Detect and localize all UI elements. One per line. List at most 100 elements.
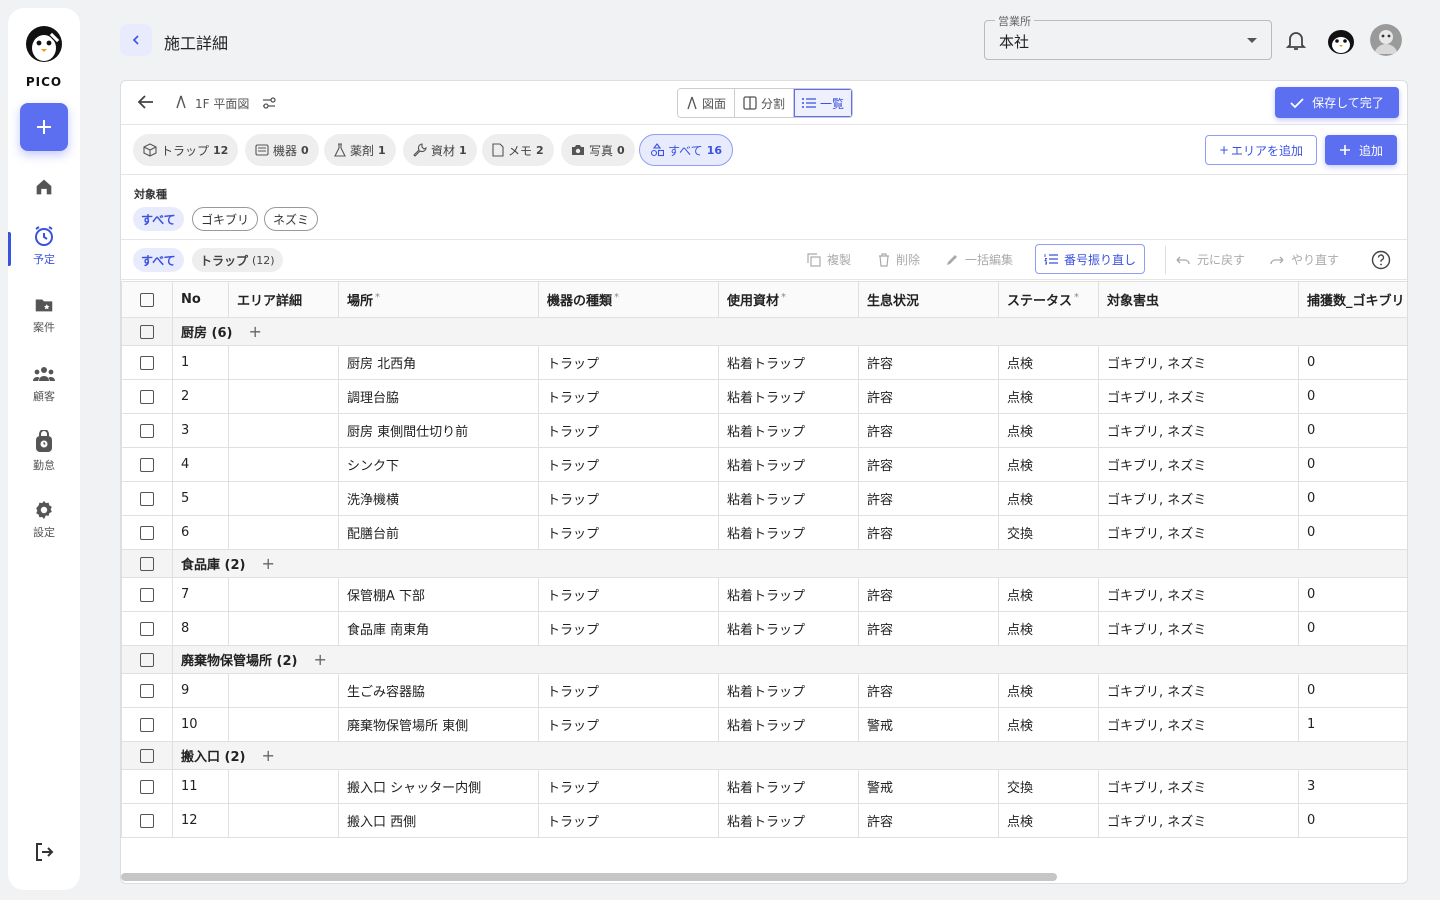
table-cell[interactable] [228,707,339,742]
delete-button[interactable]: 削除 [878,251,920,268]
table-cell[interactable]: 3 [1298,769,1407,804]
row-checkbox[interactable] [140,779,154,794]
table-cell[interactable]: 許容 [858,577,999,612]
filter-tab-trap[interactable]: トラップ (12) [192,248,283,272]
row-checkbox[interactable] [140,621,154,636]
table-cell[interactable]: 点検 [998,413,1099,448]
table-cell[interactable]: 許容 [858,515,999,550]
table-cell[interactable]: ゴキブリ, ネズミ [1098,803,1299,838]
table-cell[interactable]: ゴキブリ, ネズミ [1098,611,1299,646]
chip-chemical[interactable]: 薬剤 1 [324,134,396,166]
table-cell[interactable]: 粘着トラップ [718,515,859,550]
target-chip-rat[interactable]: ネズミ [264,207,319,231]
table-cell[interactable]: 許容 [858,611,999,646]
table-cell[interactable]: ゴキブリ, ネズミ [1098,345,1299,380]
table-cell[interactable]: 洗浄機横 [338,481,539,516]
sidebar-item-customers[interactable]: 顧客 [8,363,80,404]
table-cell[interactable]: 8 [172,611,229,646]
table-row[interactable]: 12 搬入口 西側 トラップ 粘着トラップ 許容 点検 ゴキブリ, ネズミ 0 [121,803,1407,838]
table-row[interactable]: 7 保管棚A 下部 トラップ 粘着トラップ 許容 点検 ゴキブリ, ネズミ 0 [121,577,1407,612]
table-cell[interactable]: 10 [172,707,229,742]
table-cell[interactable]: 11 [172,769,229,804]
chip-all[interactable]: すべて 16 [639,134,733,166]
table-row[interactable]: 1 厨房 北西角 トラップ 粘着トラップ 許容 点検 ゴキブリ, ネズミ 0 [121,345,1407,380]
switch-floor-icon[interactable] [261,95,277,111]
row-checkbox[interactable] [140,587,154,602]
table-cell[interactable]: シンク下 [338,447,539,482]
table-cell[interactable]: 6 [172,515,229,550]
table-cell[interactable]: 粘着トラップ [718,707,859,742]
table-cell[interactable] [228,515,339,550]
table-cell[interactable]: 許容 [858,413,999,448]
view-split-button[interactable]: 分割 [735,89,795,117]
create-button[interactable] [20,103,68,151]
undo-button[interactable]: 元に戻す [1175,251,1245,268]
table-cell[interactable]: トラップ [538,611,719,646]
page-back-button[interactable] [120,24,152,56]
table-cell[interactable] [228,345,339,380]
add-row-icon[interactable]: + [261,554,274,573]
target-chip-cockroach[interactable]: ゴキブリ [192,207,259,231]
pico-penguin-logo[interactable] [24,24,64,64]
column-header[interactable]: 場所 * [338,281,539,318]
table-row[interactable]: 11 搬入口 シャッター内側 トラップ 粘着トラップ 警戒 交換 ゴキブリ, ネズミ 3 [121,769,1407,804]
row-checkbox[interactable] [140,457,154,472]
table-cell[interactable]: 保管棚A 下部 [338,577,539,612]
table-cell[interactable]: 点検 [998,803,1099,838]
office-select[interactable]: 営業所 本社 [984,13,1272,60]
table-cell[interactable]: 0 [1298,379,1407,414]
table-row[interactable]: 9 生ごみ容器脇 トラップ 粘着トラップ 許容 点検 ゴキブリ, ネズミ 0 [121,673,1407,708]
table-cell[interactable]: 5 [172,481,229,516]
group-checkbox[interactable] [140,324,154,339]
add-row-icon[interactable]: + [248,322,261,341]
table-cell[interactable]: 0 [1298,611,1407,646]
add-row-icon[interactable]: + [313,650,326,669]
add-area-button[interactable]: + エリアを追加 [1205,135,1317,165]
table-cell[interactable]: トラップ [538,345,719,380]
table-cell[interactable]: 7 [172,577,229,612]
penguin-avatar[interactable] [1326,26,1356,56]
table-cell[interactable]: 警戒 [858,769,999,804]
table-cell[interactable]: ゴキブリ, ネズミ [1098,577,1299,612]
table-row[interactable]: 5 洗浄機横 トラップ 粘着トラップ 許容 点検 ゴキブリ, ネズミ 0 [121,481,1407,516]
table-cell[interactable]: 粘着トラップ [718,673,859,708]
table-cell[interactable]: 0 [1298,577,1407,612]
table-cell[interactable]: トラップ [538,515,719,550]
table-cell[interactable]: 生ごみ容器脇 [338,673,539,708]
sidebar-item-home[interactable] [8,176,80,198]
table-cell[interactable]: 点検 [998,673,1099,708]
table-cell[interactable]: 許容 [858,803,999,838]
column-header[interactable]: No [172,281,229,318]
chip-memo[interactable]: メモ 2 [482,134,554,166]
group-checkbox[interactable] [140,652,154,667]
table-cell[interactable]: 12 [172,803,229,838]
table-cell[interactable]: トラップ [538,673,719,708]
table-cell[interactable]: 3 [172,413,229,448]
table-cell[interactable]: 0 [1298,413,1407,448]
table-cell[interactable]: 許容 [858,345,999,380]
row-checkbox[interactable] [140,717,154,732]
column-header[interactable]: 機器の種類 * [538,281,719,318]
row-checkbox[interactable] [140,683,154,698]
table-cell[interactable] [228,447,339,482]
table-cell[interactable]: 許容 [858,481,999,516]
column-header[interactable]: エリア詳細 [228,281,339,318]
table-cell[interactable]: トラップ [538,413,719,448]
table-cell[interactable]: ゴキブリ, ネズミ [1098,413,1299,448]
table-cell[interactable]: 許容 [858,447,999,482]
row-checkbox[interactable] [140,389,154,404]
table-cell[interactable]: 警戒 [858,707,999,742]
table-cell[interactable]: 0 [1298,447,1407,482]
column-header[interactable]: 使用資材 * [718,281,859,318]
chip-material[interactable]: 資材 1 [403,134,477,166]
bulk-edit-button[interactable]: 一括編集 [945,251,1013,268]
table-cell[interactable] [228,673,339,708]
table-cell[interactable]: 粘着トラップ [718,577,859,612]
table-cell[interactable]: 粘着トラップ [718,803,859,838]
table-cell[interactable]: 厨房 北西角 [338,345,539,380]
column-header[interactable]: 捕獲数_ゴキブリ [1298,281,1407,318]
group-checkbox[interactable] [140,748,154,763]
table-cell[interactable] [228,577,339,612]
table-cell[interactable]: 0 [1298,515,1407,550]
table-cell[interactable]: 許容 [858,673,999,708]
